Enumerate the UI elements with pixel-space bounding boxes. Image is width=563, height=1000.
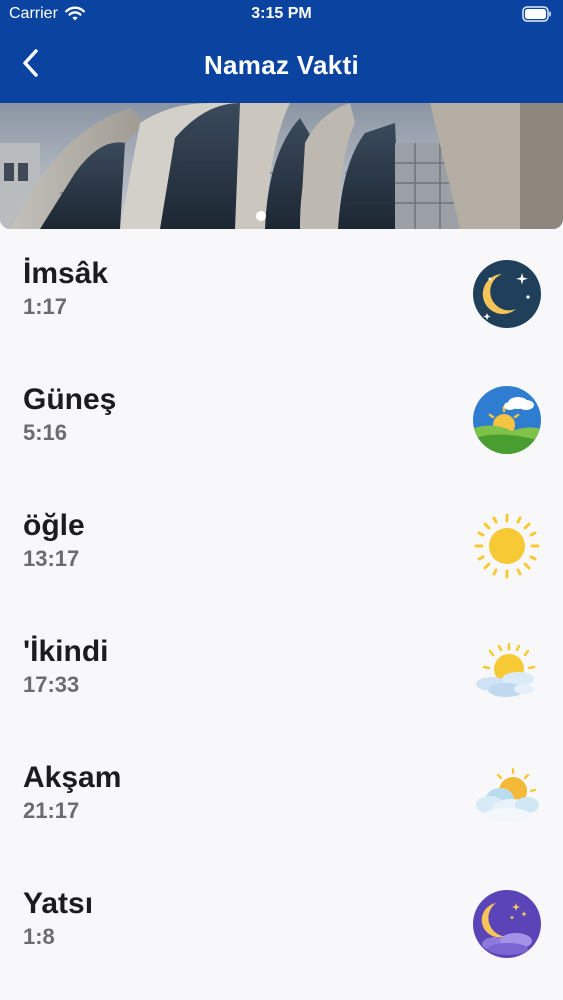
battery-icon bbox=[522, 6, 552, 22]
sun-behind-cloud-icon bbox=[472, 637, 542, 707]
mosque-building-image bbox=[0, 103, 563, 229]
prayer-row-aksam[interactable]: Akşam 21:17 bbox=[0, 733, 563, 859]
prayer-name: Güneş bbox=[23, 383, 117, 416]
prayer-row-ikindi[interactable]: 'İkindi 17:33 bbox=[0, 607, 563, 733]
prayer-row-gunes[interactable]: Güneş 5:16 bbox=[0, 355, 563, 481]
status-time: 3:15 PM bbox=[251, 5, 312, 22]
prayer-name: İmsâk bbox=[23, 257, 109, 290]
navigation-bar: Namaz Vakti bbox=[0, 30, 563, 103]
top-bar: Carrier 3:15 PM Namaz Vakti bbox=[0, 0, 563, 103]
banner-carousel[interactable] bbox=[0, 103, 563, 229]
prayer-time: 17:33 bbox=[23, 672, 80, 697]
carousel-page-indicator[interactable] bbox=[256, 211, 266, 221]
sunrise-landscape-icon bbox=[472, 385, 542, 455]
prayer-row-yatsi[interactable]: Yatsı 1:8 bbox=[0, 859, 563, 985]
prayer-name: öğle bbox=[23, 509, 85, 542]
prayer-row-imsak[interactable]: İmsâk 1:17 bbox=[0, 229, 563, 355]
prayer-time: 1:8 bbox=[23, 924, 55, 949]
prayer-list: İmsâk 1:17 Güneş 5:16 öğle 13:17 'İkindi… bbox=[0, 229, 563, 985]
sun-icon bbox=[472, 511, 542, 581]
crescent-moon-night-icon bbox=[472, 259, 542, 329]
status-bar: Carrier 3:15 PM bbox=[0, 0, 563, 30]
prayer-time: 1:17 bbox=[23, 294, 68, 319]
sunset-cloud-icon bbox=[472, 763, 542, 833]
prayer-name: Akşam bbox=[23, 761, 122, 794]
prayer-times-screen: Carrier 3:15 PM Namaz Vakti İmsâk 1:17 G… bbox=[0, 0, 563, 1000]
moon-stars-clouds-icon bbox=[472, 889, 542, 959]
prayer-name: 'İkindi bbox=[23, 635, 109, 668]
prayer-time: 5:16 bbox=[23, 420, 68, 445]
prayer-time: 21:17 bbox=[23, 798, 80, 823]
page-title: Namaz Vakti bbox=[203, 50, 360, 80]
prayer-time: 13:17 bbox=[23, 546, 80, 571]
prayer-name: Yatsı bbox=[23, 887, 94, 920]
prayer-row-ogle[interactable]: öğle 13:17 bbox=[0, 481, 563, 607]
